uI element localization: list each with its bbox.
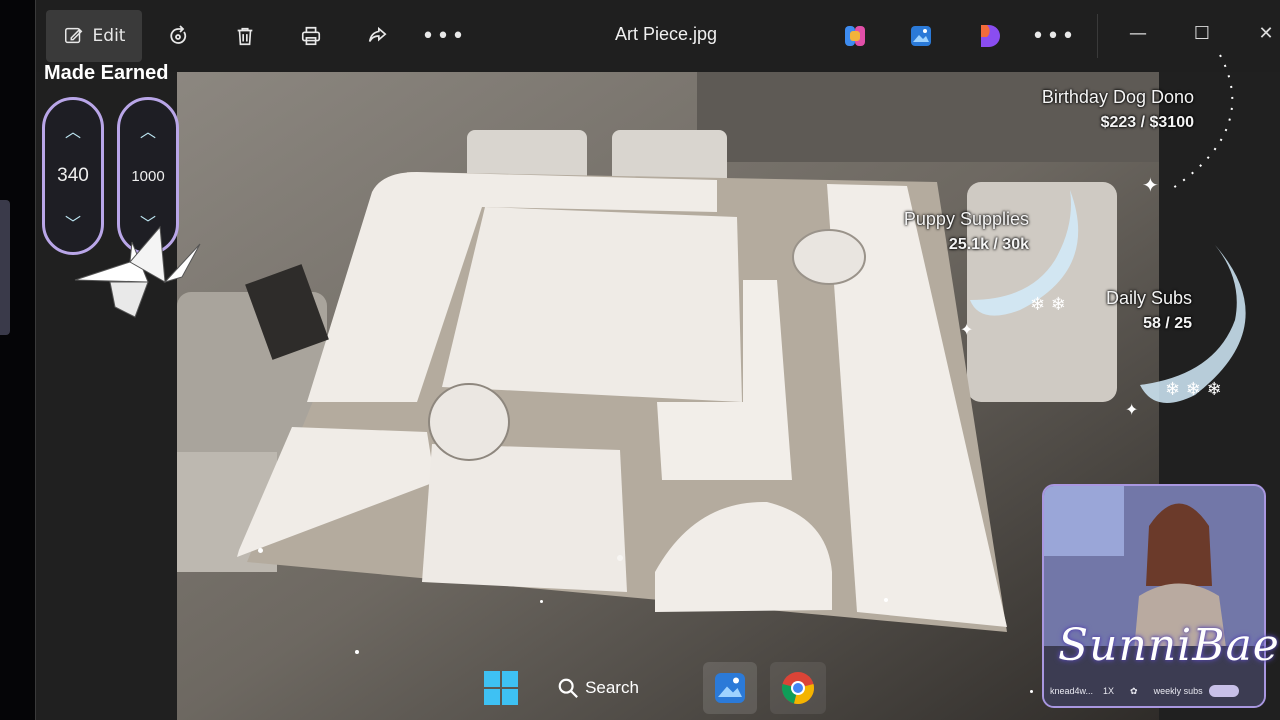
snow-sparkle [258,548,263,553]
edit-label: Edit [92,26,126,46]
svg-text:❄ ❄ ❄: ❄ ❄ ❄ [1165,379,1222,400]
minimize-icon: — [1129,22,1147,44]
copilot-button[interactable] [833,10,877,62]
search-icon [558,678,579,698]
streamer-webcam-image [1044,486,1264,706]
edit-icon [64,27,82,44]
svg-text:✦: ✦ [1142,173,1159,197]
taskbar-photos[interactable] [703,662,757,714]
earned-value: 1000 [131,167,165,185]
chevron-up-icon: ︿ [64,122,81,141]
taskbar-chrome[interactable] [770,662,826,714]
rotate-button[interactable] [156,10,200,62]
weekly-subs-toggle [1208,685,1239,697]
close-icon: ✕ [1258,22,1274,44]
snow-sparkle [1030,690,1033,693]
svg-text:✦: ✦ [960,320,973,339]
multiplier: 1X [1103,686,1115,696]
windows-start-icon [484,671,518,705]
maximize-button[interactable]: ☐ [1182,18,1222,48]
app-more-button[interactable]: ••• [1032,10,1076,62]
photos-icon [911,26,931,46]
taskbar-search[interactable]: Search [548,662,648,714]
streamer-brand-logo: SunniBae [1058,620,1280,671]
window-title: Art Piece.jpg [614,24,718,44]
share-button[interactable] [355,10,399,62]
minimize-button[interactable]: — [1118,18,1158,48]
snow-moon-decoration: ❄ ❄ ❄ ✦ [1125,245,1246,419]
titlebar-divider [1097,14,1098,58]
svg-text:✦: ✦ [1125,400,1138,419]
photos-app-button[interactable] [899,10,943,62]
chevron-up-icon: ︿ [139,122,156,141]
weekly-subs-label: weekly subs [1153,686,1203,696]
close-button[interactable]: ✕ [1246,18,1280,48]
desktop: Edit ••• Art Piece.jpg ••• — ☐ ✕ Made Ea… [0,0,1280,720]
chrome-icon [781,672,815,705]
artwork-photo [177,72,1159,720]
rotate-icon [170,25,187,44]
delete-button[interactable] [223,10,267,62]
search-label: Search [585,678,639,697]
star-trail-decoration: ✦ [1142,54,1234,197]
badge-icon: ✿ [1130,685,1138,696]
titlebar: Edit ••• Art Piece.jpg ••• — ☐ ✕ [36,0,1280,72]
designer-button[interactable] [967,10,1011,62]
made-earned-title: Made Earned [44,62,169,84]
share-icon [368,26,387,42]
snow-moon-decoration: ❄ ❄ ✦ [960,190,1079,339]
print-button[interactable] [289,10,333,62]
webcam-overlay [1042,484,1266,708]
snow-sparkle [355,650,359,654]
more-icon: ••• [421,23,467,49]
webcam-status-bar: knead4w... 1X ✿ weekly subs [1044,680,1264,702]
snow-sparkle [884,598,888,602]
edit-button[interactable]: Edit [46,10,142,62]
more-options-button[interactable]: ••• [422,10,466,62]
paper-crane-icon [74,225,201,318]
maximize-icon: ☐ [1193,22,1211,44]
made-value: 340 [57,165,89,186]
designer-icon [981,25,1000,47]
photo-canvas[interactable] [177,72,1159,720]
subscriber-name: knead4w... [1050,686,1094,696]
print-icon [301,26,321,46]
svg-text:❄ ❄: ❄ ❄ [1030,294,1066,315]
snow-sparkle [617,555,623,561]
copilot-icon [845,26,865,46]
more-icon: ••• [1031,23,1077,49]
snow-sparkle [540,600,543,603]
start-button[interactable] [475,662,527,714]
background-window-edge [0,200,10,335]
photos-icon [715,673,745,703]
delete-icon [237,27,253,46]
